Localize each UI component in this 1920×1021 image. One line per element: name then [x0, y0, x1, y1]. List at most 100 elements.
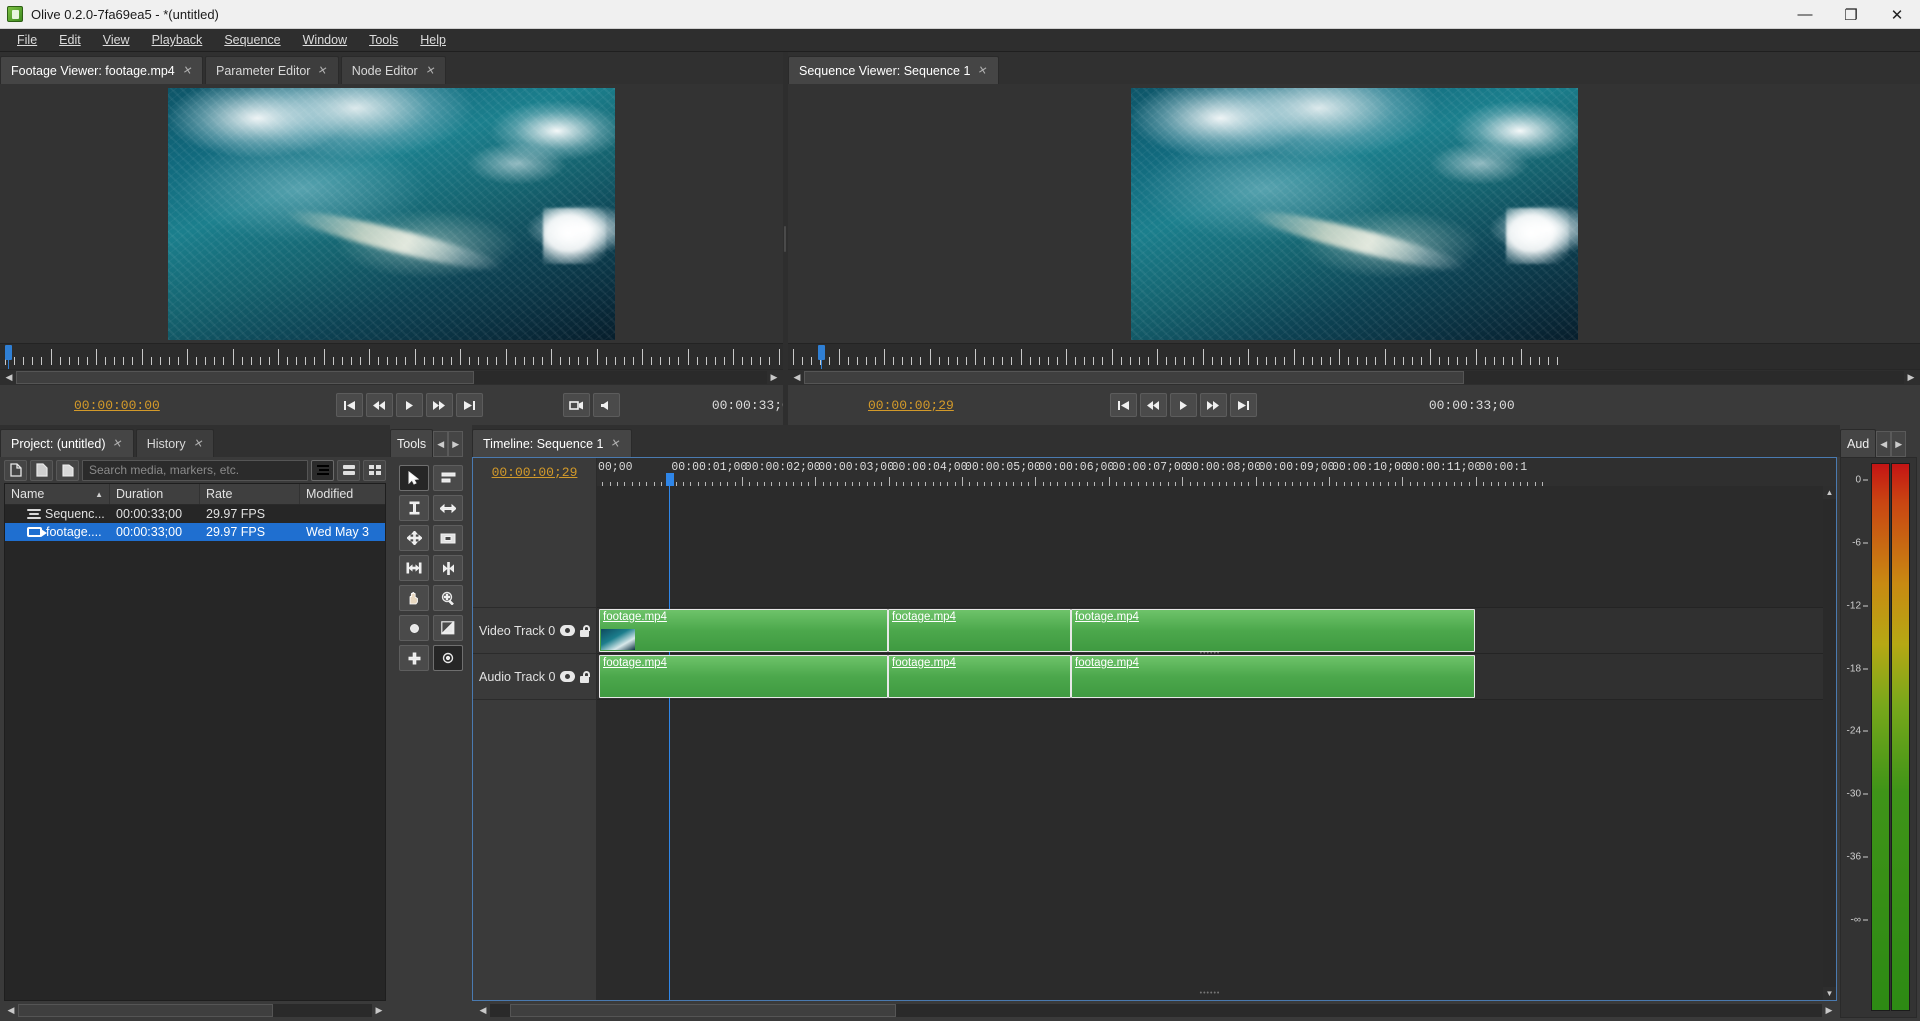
icon-view-icon[interactable] — [363, 460, 386, 481]
timeline-scroll-track[interactable] — [490, 1004, 1822, 1017]
hand-tool[interactable] — [399, 585, 429, 611]
project-media-tree[interactable]: Name ▲ Duration Rate Modified Sequenc...… — [4, 483, 386, 1001]
open-item-icon[interactable] — [56, 460, 79, 481]
footage-hscrollbar[interactable]: ◀ ▶ — [0, 369, 783, 385]
scroll-left-icon[interactable]: ◀ — [476, 1004, 490, 1017]
timeline-timecode-box[interactable]: 00:00:00;29 — [473, 458, 597, 486]
scroll-down-icon[interactable]: ▼ — [1823, 987, 1836, 1000]
project-hscrollbar[interactable]: ◀ ▶ — [4, 1003, 386, 1018]
eye-icon[interactable] — [560, 671, 575, 682]
razor-tool[interactable] — [433, 555, 463, 581]
timeline-ruler[interactable]: 00;0000:00:01;0000:00:02;0000:00:03;0000… — [597, 458, 1836, 486]
rolling-tool[interactable] — [399, 525, 429, 551]
video-output-icon[interactable] — [563, 393, 590, 417]
slip-tool[interactable] — [433, 525, 463, 551]
transition-tool[interactable] — [433, 615, 463, 641]
tab-project[interactable]: Project: (untitled) ✕ — [0, 429, 134, 457]
footage-current-timecode[interactable]: 00:00:00:00 — [74, 398, 160, 413]
close-icon[interactable]: ✕ — [610, 436, 622, 451]
timeline-clip[interactable]: footage.mp4 — [888, 655, 1071, 698]
menu-edit[interactable]: Edit — [48, 30, 92, 50]
column-header-rate[interactable]: Rate — [200, 484, 300, 504]
menu-file[interactable]: File — [6, 30, 48, 50]
timeline-clip[interactable]: footage.mp4 — [599, 609, 888, 652]
timeline-scroll-thumb[interactable] — [510, 1004, 896, 1017]
scroll-up-icon[interactable]: ▲ — [1823, 486, 1836, 499]
close-icon[interactable]: ✕ — [977, 63, 989, 78]
project-scroll-thumb[interactable] — [18, 1004, 273, 1017]
edit-text-tool[interactable] — [399, 495, 429, 521]
scroll-left-icon[interactable]: ◀ — [790, 371, 804, 384]
scroll-left-icon[interactable]: ◀ — [4, 1004, 18, 1017]
scroll-right-icon[interactable]: ▶ — [1822, 1004, 1836, 1017]
maximize-button[interactable]: ❐ — [1828, 0, 1874, 29]
fast-forward-button[interactable] — [1200, 393, 1227, 417]
minimize-button[interactable]: — — [1782, 0, 1828, 29]
play-button[interactable] — [1170, 393, 1197, 417]
scroll-right-icon[interactable]: ▶ — [767, 371, 781, 384]
tab-footage-viewer[interactable]: Footage Viewer: footage.mp4 ✕ — [0, 56, 203, 84]
audio-prev-button[interactable]: ◀ — [1876, 431, 1891, 457]
sequence-scroll-thumb[interactable] — [804, 371, 1464, 384]
audio-output-icon[interactable] — [593, 393, 620, 417]
slide-tool[interactable] — [399, 555, 429, 581]
zoom-tool[interactable] — [433, 585, 463, 611]
menu-help[interactable]: Help — [409, 30, 457, 50]
footage-scroll-thumb[interactable] — [16, 371, 474, 384]
ripple-tool[interactable] — [433, 495, 463, 521]
scroll-right-icon[interactable]: ▶ — [1904, 371, 1918, 384]
sequence-current-timecode[interactable]: 00:00:00;29 — [868, 398, 954, 413]
column-header-modified[interactable]: Modified — [300, 484, 385, 504]
table-row[interactable]: footage.... 00:00:33;00 29.97 FPS Wed Ma… — [5, 523, 385, 541]
menu-view[interactable]: View — [92, 30, 141, 50]
timeline-clip[interactable]: footage.mp4 — [599, 655, 888, 698]
menu-tools[interactable]: Tools — [358, 30, 409, 50]
list-view-icon[interactable] — [311, 460, 334, 481]
go-to-start-button[interactable] — [336, 393, 363, 417]
snapping-tool[interactable] — [433, 645, 463, 671]
tools-next-button[interactable]: ▶ — [448, 431, 463, 457]
tab-history[interactable]: History ✕ — [136, 429, 214, 457]
column-header-name[interactable]: Name ▲ — [5, 484, 110, 504]
scroll-right-icon[interactable]: ▶ — [372, 1004, 386, 1017]
timeline-vscroll-track[interactable] — [1823, 499, 1836, 987]
new-folder-icon[interactable] — [30, 460, 53, 481]
footage-playhead[interactable] — [5, 345, 12, 360]
fast-forward-button[interactable] — [426, 393, 453, 417]
pointer-tool[interactable] — [399, 465, 429, 491]
track-header-video-0[interactable]: Video Track 0 — [473, 608, 596, 654]
go-to-end-button[interactable] — [1230, 393, 1257, 417]
footage-viewer-ruler[interactable] — [0, 343, 783, 369]
close-icon[interactable]: ✕ — [182, 63, 194, 78]
timeline-hscrollbar[interactable]: ◀ ▶ — [476, 1003, 1836, 1018]
scroll-left-icon[interactable]: ◀ — [2, 371, 16, 384]
timeline-playhead-timecode[interactable]: 00:00:00;29 — [492, 465, 578, 480]
detail-view-icon[interactable] — [337, 460, 360, 481]
search-input[interactable] — [82, 460, 308, 481]
project-scroll-track[interactable] — [18, 1004, 372, 1017]
timeline-playhead-marker[interactable] — [666, 473, 674, 486]
menu-sequence[interactable]: Sequence — [213, 30, 291, 50]
table-row[interactable]: Sequenc... 00:00:33;00 29.97 FPS — [5, 505, 385, 523]
column-header-duration[interactable]: Duration — [110, 484, 200, 504]
audio-next-button[interactable]: ▶ — [1891, 431, 1906, 457]
track-header-audio-0[interactable]: Audio Track 0 — [473, 654, 596, 700]
timeline-clip[interactable]: footage.mp4 — [1071, 655, 1475, 698]
close-icon[interactable]: ✕ — [424, 63, 436, 78]
timeline-clip[interactable]: footage.mp4 — [1071, 609, 1475, 652]
play-button[interactable] — [396, 393, 423, 417]
timeline-canvas[interactable]: •••••• •••••• footage.mp4footage.mp4foot… — [597, 486, 1823, 1000]
tab-node-editor[interactable]: Node Editor ✕ — [341, 56, 446, 84]
track-select-tool[interactable] — [433, 465, 463, 491]
tools-prev-button[interactable]: ◀ — [433, 431, 448, 457]
close-icon[interactable]: ✕ — [317, 63, 329, 78]
close-icon[interactable]: ✕ — [112, 436, 124, 451]
eye-icon[interactable] — [560, 625, 575, 636]
sequence-viewer-stage[interactable] — [788, 84, 1920, 343]
footage-scroll-track[interactable] — [16, 371, 767, 384]
go-to-start-button[interactable] — [1110, 393, 1137, 417]
menu-window[interactable]: Window — [292, 30, 358, 50]
menu-playback[interactable]: Playback — [141, 30, 214, 50]
rewind-button[interactable] — [1140, 393, 1167, 417]
sequence-playhead[interactable] — [818, 345, 825, 360]
